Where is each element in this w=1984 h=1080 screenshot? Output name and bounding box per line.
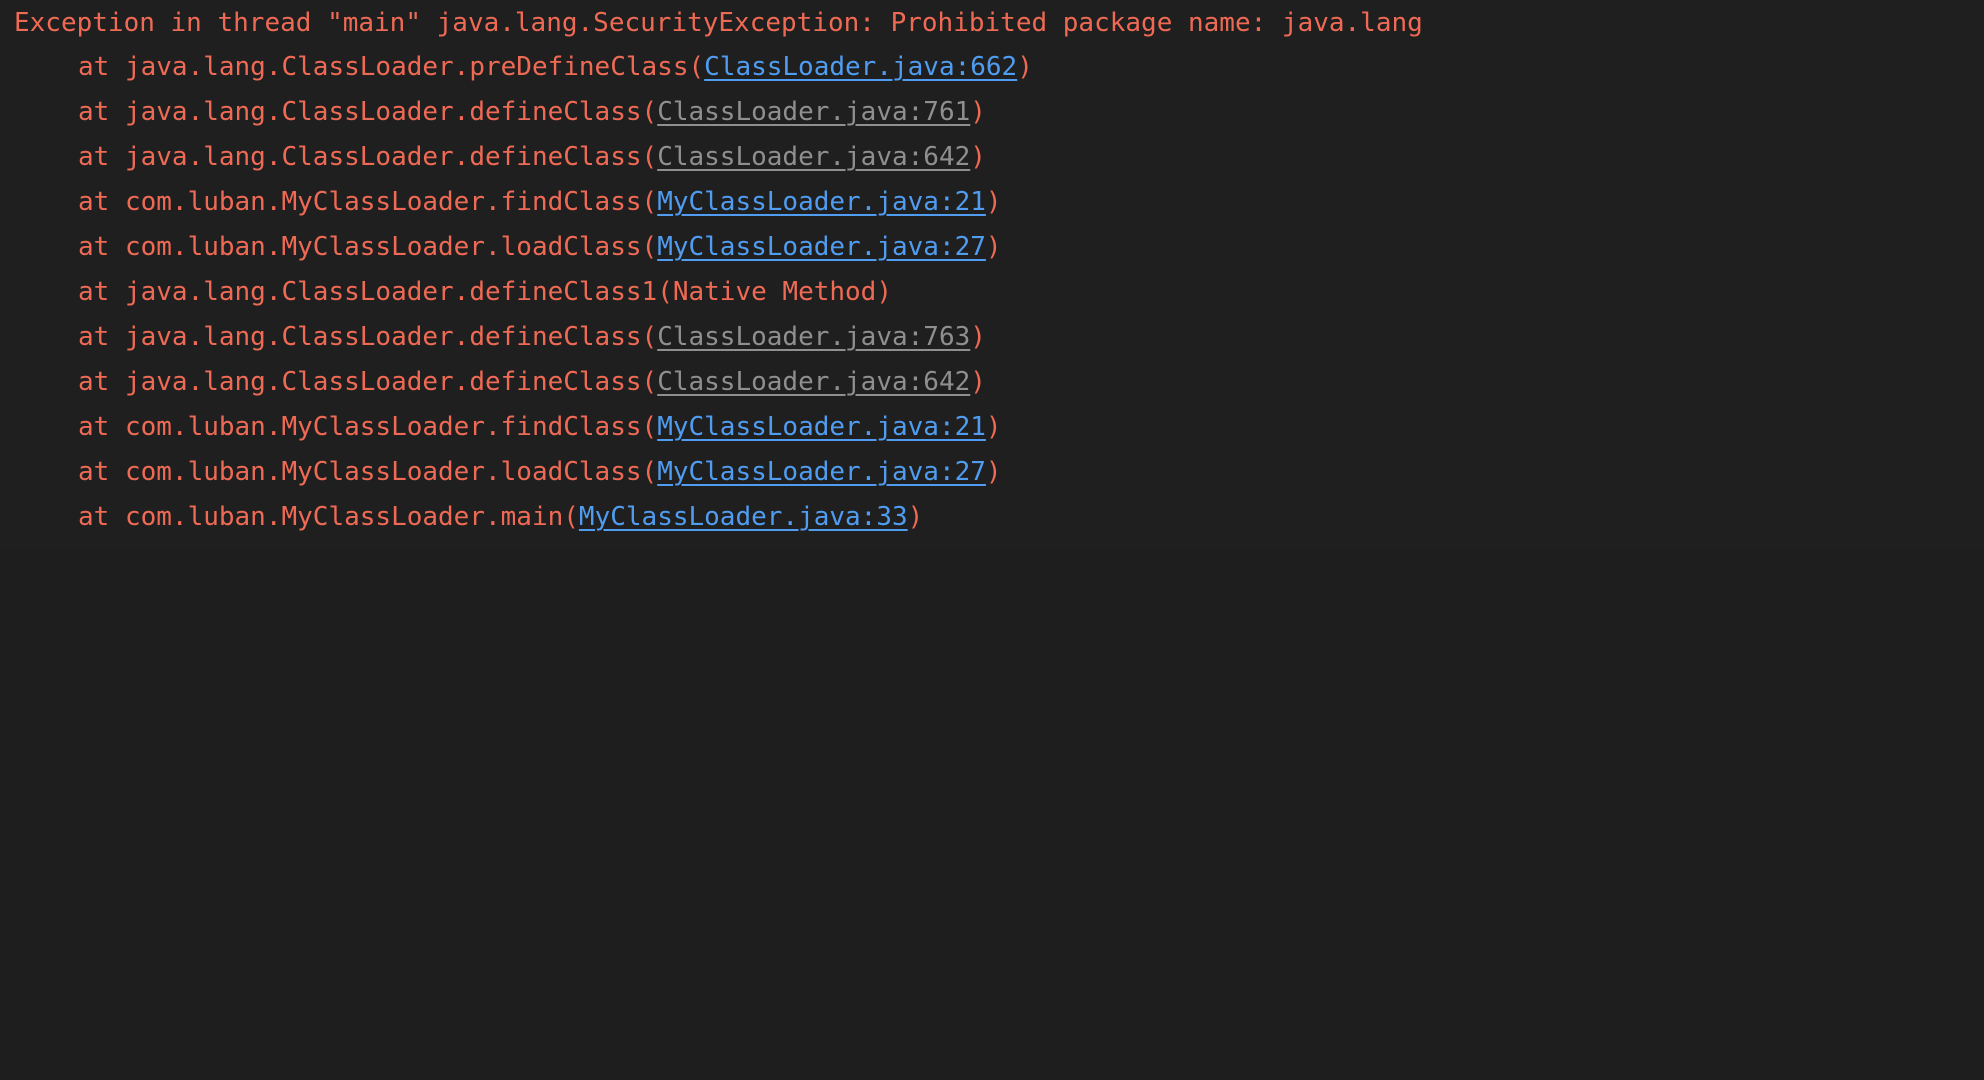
stack-frame: at com.luban.MyClassLoader.main(MyClassL… [78,495,923,540]
source-link[interactable]: MyClassLoader.java:27 [657,232,986,262]
close-paren: ) [907,502,924,532]
source-link[interactable]: ClassLoader.java:642 [657,142,970,172]
close-paren: ) [985,412,1002,442]
open-paren: ( [641,142,658,172]
frame-method: at java.lang.ClassLoader.defineClass [78,142,642,172]
source-link[interactable]: ClassLoader.java:761 [657,97,970,127]
stack-frame: at java.lang.ClassLoader.defineClass(Cla… [78,90,986,135]
source-link[interactable]: MyClassLoader.java:21 [657,412,986,442]
close-paren: ) [985,232,1002,262]
close-paren: ) [970,367,986,397]
frame-method: at com.luban.MyClassLoader.loadClass [78,232,642,262]
source-link[interactable]: MyClassLoader.java:33 [579,502,908,532]
frame-method: at com.luban.MyClassLoader.findClass [78,187,642,217]
stack-frame: at java.lang.ClassLoader.defineClass(Cla… [78,360,986,405]
exception-header: Exception in thread "main" java.lang.Sec… [14,8,1423,38]
stack-frame: at com.luban.MyClassLoader.loadClass(MyC… [78,450,1002,495]
open-paren: ( [641,97,658,127]
frame-method: at com.luban.MyClassLoader.loadClass [78,457,642,487]
close-paren: ) [970,322,986,352]
open-paren: ( [641,187,658,217]
frame-method: at com.luban.MyClassLoader.findClass [78,412,642,442]
frame-method: at java.lang.ClassLoader.defineClass [78,97,642,127]
close-paren: ) [985,187,1002,217]
stack-frame: at java.lang.ClassLoader.defineClass(Cla… [78,135,986,180]
stack-frame: at com.luban.MyClassLoader.findClass(MyC… [78,180,1002,225]
stack-frame: at java.lang.ClassLoader.defineClass(Cla… [78,315,986,360]
native-method-label: Native Method [672,277,877,307]
close-paren: ) [1017,52,1033,82]
open-paren: ( [641,367,658,397]
open-paren: ( [641,412,658,442]
frame-method: at com.luban.MyClassLoader.main [78,502,564,532]
close-paren: ) [970,97,986,127]
close-paren: ) [985,457,1002,487]
stack-frame: at java.lang.ClassLoader.defineClass1(Na… [78,270,892,315]
source-link[interactable]: MyClassLoader.java:21 [657,187,986,217]
source-link[interactable]: ClassLoader.java:662 [704,52,1017,82]
source-link[interactable]: MyClassLoader.java:27 [657,457,986,487]
source-link[interactable]: ClassLoader.java:763 [657,322,970,352]
frame-method: at java.lang.ClassLoader.defineClass1 [78,277,658,307]
open-paren: ( [563,502,579,532]
open-paren: ( [641,232,658,262]
frame-method: at java.lang.ClassLoader.defineClass [78,322,642,352]
frame-method: at java.lang.ClassLoader.preDefineClass [78,52,689,82]
close-paren: ) [970,142,986,172]
stack-frame: at com.luban.MyClassLoader.findClass(MyC… [78,405,1002,450]
open-paren: ( [657,277,673,307]
close-paren: ) [876,277,892,307]
open-paren: ( [688,52,705,82]
console-output: Exception in thread "main" java.lang.Sec… [0,0,1984,550]
stack-frame: at com.luban.MyClassLoader.loadClass(MyC… [78,225,1002,270]
open-paren: ( [641,457,658,487]
frame-method: at java.lang.ClassLoader.defineClass [78,367,642,397]
stack-frame: at java.lang.ClassLoader.preDefineClass(… [78,45,1033,90]
open-paren: ( [641,322,658,352]
source-link[interactable]: ClassLoader.java:642 [657,367,970,397]
